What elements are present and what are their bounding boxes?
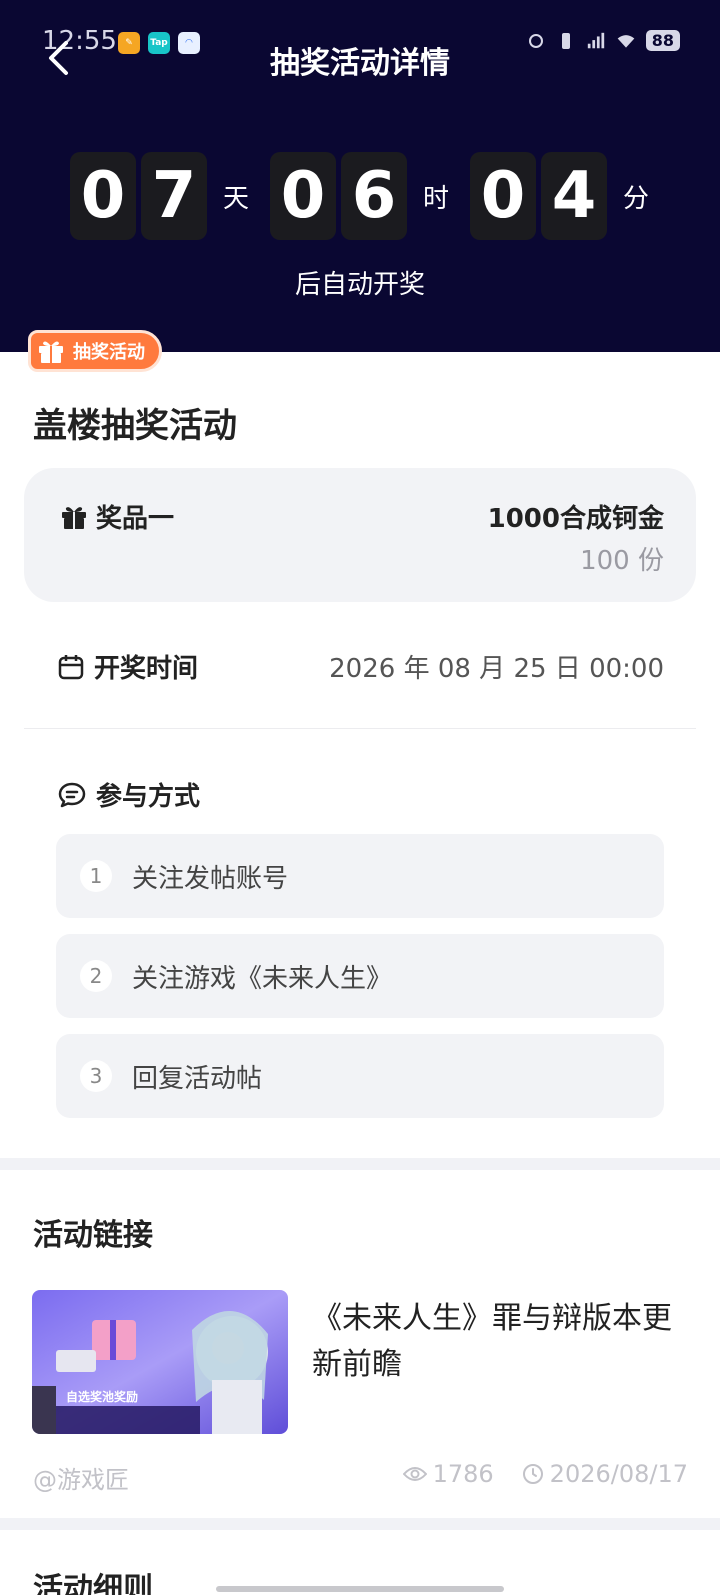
- countdown-digit: 6: [341, 152, 407, 240]
- draw-time-label: 开奖时间: [58, 648, 198, 685]
- activity-rules-title: 活动细则: [33, 1572, 153, 1595]
- eye-icon: [402, 1467, 427, 1481]
- step-text: 关注发帖账号: [132, 863, 289, 894]
- step-text: 回复活动帖: [132, 1063, 263, 1094]
- activity-title: 盖楼抽奖活动: [33, 406, 237, 446]
- views-count: 1786: [402, 1460, 494, 1488]
- post-date: 2026/08/17: [522, 1460, 688, 1488]
- lottery-badge: 抽奖活动: [28, 330, 162, 372]
- lottery-badge-label: 抽奖活动: [73, 342, 145, 363]
- countdown-unit-day: 天: [222, 183, 249, 214]
- article-meta: 1786 2026/08/17: [375, 1460, 688, 1488]
- join-step: 3 回复活动帖: [56, 1034, 664, 1118]
- join-method-label-text: 参与方式: [96, 782, 201, 812]
- join-method-label: 参与方式: [58, 776, 200, 813]
- page-title: 抽奖活动详情: [270, 46, 450, 81]
- article-thumbnail-caption: 自选奖池奖励: [66, 1390, 139, 1404]
- prize-label: 奖品一: [60, 498, 174, 535]
- prize-count: 100 份: [580, 546, 664, 576]
- calendar-icon: [58, 654, 84, 679]
- join-steps: 1 关注发帖账号 2 关注游戏《未来人生》 3 回复活动帖: [56, 834, 664, 1134]
- article-author[interactable]: @游戏匠: [33, 1460, 129, 1495]
- prize-label-text: 奖品一: [96, 504, 175, 534]
- countdown-digit: 0: [470, 152, 536, 240]
- article-thumbnail[interactable]: 自选奖池奖励: [32, 1290, 288, 1434]
- step-text: 关注游戏《未来人生》: [132, 963, 393, 994]
- clock-icon: [522, 1464, 543, 1484]
- countdown-timer: 0 7 天 0 6 时 0 4 分: [70, 152, 670, 240]
- chat-icon: [58, 782, 86, 807]
- activity-link-title: 活动链接: [33, 1218, 153, 1253]
- divider: [24, 728, 696, 729]
- step-number: 3: [80, 1060, 112, 1092]
- auto-draw-text: 后自动开奖: [294, 270, 425, 300]
- header-banner: 12:55 ✎ Tap ◠ 88 抽奖活动详情 0 7 天 0 6 时 0 4 …: [0, 0, 720, 352]
- draw-time-label-text: 开奖时间: [94, 654, 199, 684]
- countdown-unit-hour: 时: [422, 183, 449, 214]
- countdown-digit: 0: [270, 152, 336, 240]
- join-step: 2 关注游戏《未来人生》: [56, 934, 664, 1018]
- article-title[interactable]: 《未来人生》罪与辩版本更新前瞻: [312, 1296, 682, 1388]
- draw-time-value: 2026 年 08 月 25 日 00:00: [329, 654, 664, 684]
- step-number: 2: [80, 960, 112, 992]
- prize-name: 1000合成钶金: [487, 504, 664, 534]
- post-date-value: 2026/08/17: [549, 1460, 688, 1488]
- countdown-unit-minute: 分: [622, 183, 649, 214]
- home-indicator[interactable]: [216, 1586, 504, 1592]
- article-thumbnail-image: [32, 1290, 288, 1434]
- join-step: 1 关注发帖账号: [56, 834, 664, 918]
- draw-time-row: 开奖时间 2026 年 08 月 25 日 00:00: [58, 648, 664, 685]
- prize-box: 奖品一 1000合成钶金 100 份: [24, 468, 696, 602]
- gift-icon: [39, 341, 63, 363]
- step-number: 1: [80, 860, 112, 892]
- countdown-digit: 0: [70, 152, 136, 240]
- countdown-digit: 7: [141, 152, 207, 240]
- views-value: 1786: [432, 1460, 494, 1488]
- gift-icon: [62, 506, 86, 529]
- countdown-digit: 4: [541, 152, 607, 240]
